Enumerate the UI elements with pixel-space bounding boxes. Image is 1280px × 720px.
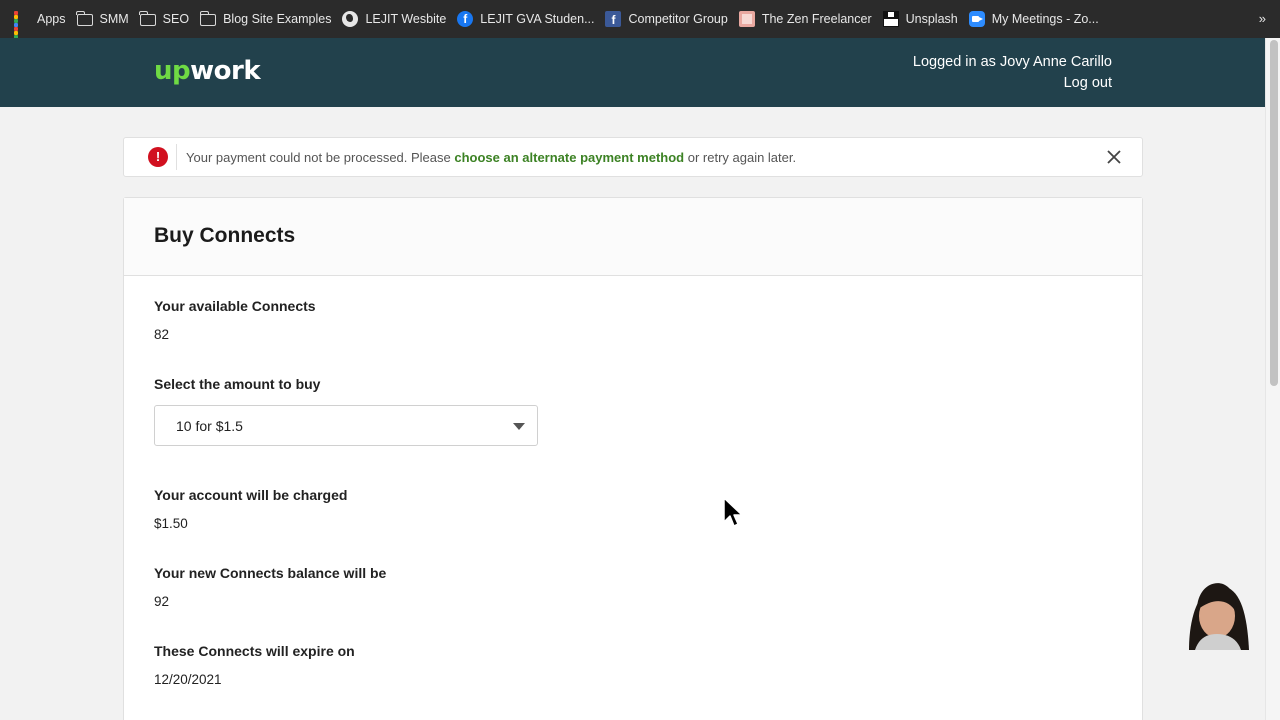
error-icon: ! xyxy=(148,147,168,167)
new-balance-label: Your new Connects balance will be xyxy=(154,565,387,581)
new-balance-value: 92 xyxy=(154,594,170,609)
unsplash-icon xyxy=(882,11,899,27)
alternate-payment-link[interactable]: choose an alternate payment method xyxy=(454,150,684,165)
bookmark-label: SMM xyxy=(99,12,129,26)
site-header: upwork Logged in as Jovy Anne Carillo Lo… xyxy=(0,38,1265,107)
bookmark-label: LEJIT GVA Studen... xyxy=(480,12,595,26)
bookmark-label: SEO xyxy=(162,12,190,26)
bookmarks-overflow-button[interactable]: » xyxy=(1259,11,1266,26)
scrollbar-thumb[interactable] xyxy=(1270,40,1278,386)
close-icon[interactable] xyxy=(1106,149,1122,165)
bookmark-smm[interactable]: SMM xyxy=(75,0,138,38)
webcam-overlay xyxy=(1167,570,1263,650)
bookmark-label: The Zen Freelancer xyxy=(761,12,872,26)
alert-divider xyxy=(176,144,177,170)
bookmark-seo[interactable]: SEO xyxy=(138,0,198,38)
bookmark-my-meetings[interactable]: My Meetings - Zo... xyxy=(967,0,1108,38)
folder-icon xyxy=(199,11,217,26)
globe-icon xyxy=(342,11,359,27)
expire-value: 12/20/2021 xyxy=(154,672,222,687)
bookmark-unsplash[interactable]: Unsplash xyxy=(881,0,967,38)
upwork-logo[interactable]: upwork xyxy=(154,56,261,86)
logout-link[interactable]: Log out xyxy=(913,73,1112,94)
chevron-down-icon xyxy=(513,423,525,430)
expire-label: These Connects will expire on xyxy=(154,643,355,659)
bookmark-lejit-website[interactable]: LEJIT Wesbite xyxy=(340,0,455,38)
site-favicon-icon xyxy=(738,11,755,27)
logged-in-text: Logged in as Jovy Anne Carillo xyxy=(912,54,1112,70)
bookmark-label: Competitor Group xyxy=(628,12,728,26)
bookmark-label: Blog Site Examples xyxy=(223,12,332,26)
bookmark-competitor-group[interactable]: f Competitor Group xyxy=(603,0,736,38)
amount-selected-value: 10 for $1.5 xyxy=(176,418,243,434)
available-connects-value: 82 xyxy=(154,327,170,342)
bookmark-label: Unsplash xyxy=(905,12,958,26)
alert-message: Your payment could not be processed. Ple… xyxy=(186,149,797,165)
page-content: ! Your payment could not be processed. P… xyxy=(0,107,1265,720)
facebook-icon: f xyxy=(605,11,622,27)
charge-value: $1.50 xyxy=(154,516,188,531)
folder-icon xyxy=(139,11,156,26)
charge-label: Your account will be charged xyxy=(154,487,348,503)
bookmark-label: LEJIT Wesbite xyxy=(365,12,447,26)
amount-select-label: Select the amount to buy xyxy=(154,376,321,392)
bookmark-zen-freelancer[interactable]: The Zen Freelancer xyxy=(737,0,881,38)
page-title: Buy Connects xyxy=(154,224,296,247)
bookmarks-bar: Apps SMM SEO Blog Site Examples LEJIT We… xyxy=(0,0,1280,47)
folder-icon xyxy=(76,11,93,26)
bookmark-blog-site-examples[interactable]: Blog Site Examples xyxy=(198,0,340,38)
bookmark-label: My Meetings - Zo... xyxy=(991,12,1099,26)
bookmark-label: Apps xyxy=(37,12,66,26)
amount-select[interactable]: 10 for $1.5 xyxy=(154,405,538,446)
available-connects-label: Your available Connects xyxy=(154,298,316,314)
apps-grid-icon xyxy=(14,11,30,47)
buy-connects-card: Buy Connects Your available Connects 82 … xyxy=(123,197,1143,720)
mouse-cursor-icon xyxy=(723,497,743,527)
bookmark-lejit-gva[interactable]: f LEJIT GVA Studen... xyxy=(455,0,603,38)
zoom-icon xyxy=(968,11,985,27)
facebook-icon: f xyxy=(457,11,474,27)
page-scrollbar[interactable] xyxy=(1265,38,1280,720)
payment-error-alert: ! Your payment could not be processed. P… xyxy=(123,137,1143,177)
bookmark-apps[interactable]: Apps xyxy=(12,0,75,47)
